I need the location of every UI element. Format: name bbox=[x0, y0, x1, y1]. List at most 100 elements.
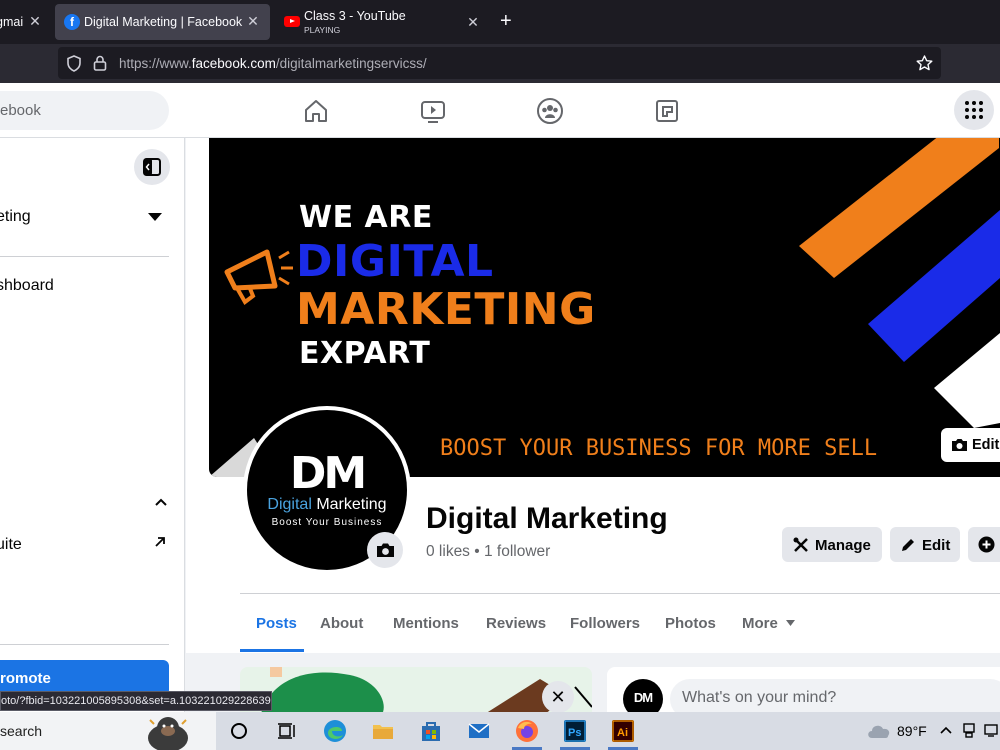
collapse-sidebar-icon[interactable] bbox=[134, 149, 170, 185]
megaphone-icon bbox=[224, 249, 293, 305]
menu-grid-icon[interactable] bbox=[954, 90, 994, 130]
browser-tab-bar: gmai ✕ f Digital Marketing | Facebook ✕ … bbox=[0, 0, 1000, 44]
tab-title: Digital Marketing | Facebook bbox=[84, 15, 243, 29]
tab-followers[interactable]: Followers bbox=[570, 615, 640, 632]
weather-temperature[interactable]: 89°F bbox=[897, 723, 927, 739]
edge-icon[interactable] bbox=[322, 718, 348, 744]
manage-label: Manage bbox=[815, 537, 871, 554]
tab-about[interactable]: About bbox=[320, 615, 363, 632]
edit-cover-button[interactable]: Edit bbox=[941, 428, 1000, 462]
cover-text-line3: MARKETING bbox=[296, 284, 596, 335]
promo-card[interactable]: ✕ bbox=[240, 667, 592, 717]
page-sidebar: eting shboard uite romote bbox=[0, 138, 185, 713]
chevron-up-icon[interactable] bbox=[155, 498, 167, 506]
cover-tagline: BOOST YOUR BUSINESS FOR MORE SELL bbox=[440, 436, 878, 461]
bookmark-star-icon[interactable] bbox=[916, 55, 933, 71]
external-link-icon[interactable] bbox=[154, 536, 166, 548]
sidebar-item-business-suite[interactable]: uite bbox=[0, 536, 22, 554]
tab-posts[interactable]: Posts bbox=[256, 615, 297, 632]
close-tab-icon[interactable]: ✕ bbox=[26, 13, 44, 30]
file-explorer-icon[interactable] bbox=[370, 718, 396, 744]
tab-more-label: More bbox=[742, 615, 778, 632]
url-domain: facebook.com bbox=[191, 56, 276, 71]
chevron-up-icon[interactable] bbox=[940, 726, 952, 734]
svg-text:Ps: Ps bbox=[568, 727, 581, 739]
divider bbox=[0, 256, 169, 257]
tab-title: gmai bbox=[0, 15, 24, 29]
caret-down-icon[interactable] bbox=[148, 213, 162, 221]
pencil-icon bbox=[902, 539, 914, 551]
tools-icon bbox=[793, 537, 808, 552]
network-icon[interactable] bbox=[984, 722, 1000, 738]
sidebar-item-label: uite bbox=[0, 536, 22, 553]
facebook-favicon-icon: f bbox=[64, 14, 80, 30]
divider bbox=[0, 644, 169, 645]
add-button[interactable] bbox=[968, 527, 1000, 562]
edit-page-label: Edit bbox=[922, 537, 951, 554]
composer-avatar-text: DM bbox=[633, 690, 653, 705]
update-photo-button[interactable] bbox=[367, 532, 403, 568]
home-icon[interactable] bbox=[302, 97, 330, 125]
gorilla-icon bbox=[148, 717, 188, 750]
sidebar-item-label: shboard bbox=[0, 277, 54, 294]
link-status-bar: oto/?fbid=103221005895308&set=a.10322102… bbox=[0, 691, 272, 711]
camera-icon bbox=[377, 543, 394, 557]
page-title: Digital Marketing bbox=[426, 502, 668, 535]
promote-label: romote bbox=[0, 670, 51, 687]
composer-card: DM What's on your mind? bbox=[607, 667, 1000, 719]
close-tab-icon[interactable]: ✕ bbox=[244, 13, 262, 30]
logo-mark: DM bbox=[289, 448, 367, 499]
page-stats[interactable]: 0 likes • 1 follower bbox=[426, 543, 550, 561]
shield-icon[interactable] bbox=[66, 55, 82, 72]
youtube-favicon-icon bbox=[284, 16, 300, 27]
status-url: oto/?fbid=103221005895308&set=a.10322102… bbox=[1, 695, 271, 707]
manage-button[interactable]: Manage bbox=[782, 527, 882, 562]
logo-name: Digital Marketing bbox=[247, 496, 407, 514]
url-text[interactable]: https://www.facebook.com/digitalmarketin… bbox=[119, 56, 427, 71]
taskbar-search-label: search bbox=[0, 723, 43, 739]
task-view-icon[interactable] bbox=[273, 718, 299, 744]
new-tab-icon[interactable]: + bbox=[500, 10, 512, 33]
mail-icon[interactable] bbox=[466, 718, 492, 744]
device-icon[interactable] bbox=[962, 722, 976, 738]
facebook-search-input[interactable]: ebook bbox=[0, 91, 169, 130]
photoshop-icon[interactable]: Ps bbox=[562, 718, 588, 744]
svg-text:Ai: Ai bbox=[617, 727, 628, 739]
tab-more[interactable]: More bbox=[742, 615, 796, 632]
cortana-icon[interactable] bbox=[226, 718, 252, 744]
tab-mentions[interactable]: Mentions bbox=[393, 615, 459, 632]
tab-youtube[interactable]: Class 3 - YouTube PLAYING ✕ bbox=[275, 4, 490, 40]
address-bar[interactable]: https://www.facebook.com/digitalmarketin… bbox=[58, 47, 941, 79]
tab-gmail[interactable]: gmai ✕ bbox=[0, 4, 50, 40]
cover-text-line2: DIGITAL bbox=[296, 236, 494, 287]
illustrator-icon[interactable]: Ai bbox=[610, 718, 636, 744]
url-path: /digitalmarketingservicss/ bbox=[275, 56, 427, 71]
close-tab-icon[interactable]: ✕ bbox=[464, 14, 482, 31]
tab-facebook[interactable]: f Digital Marketing | Facebook ✕ bbox=[55, 4, 270, 40]
active-tab-indicator bbox=[240, 649, 304, 652]
plus-circle-icon bbox=[978, 536, 995, 553]
tab-reviews[interactable]: Reviews bbox=[486, 615, 546, 632]
cover-text-line4: EXPART bbox=[299, 336, 431, 371]
camera-icon bbox=[952, 439, 967, 451]
cloud-icon[interactable] bbox=[866, 722, 892, 740]
store-icon[interactable] bbox=[418, 718, 444, 744]
firefox-icon[interactable] bbox=[514, 718, 540, 744]
watch-icon[interactable] bbox=[419, 97, 447, 125]
page-stats-text: 0 likes • 1 follower bbox=[426, 543, 551, 560]
edit-page-button[interactable]: Edit bbox=[890, 527, 960, 562]
browser-toolbar: https://www.facebook.com/digitalmarketin… bbox=[0, 44, 1000, 83]
page-selector[interactable]: eting bbox=[0, 208, 31, 226]
facebook-top-nav: ebook bbox=[0, 83, 1000, 138]
tab-photos[interactable]: Photos bbox=[665, 615, 716, 632]
taskbar-search-input[interactable]: search bbox=[0, 712, 216, 750]
logo-name-b: Marketing bbox=[316, 496, 387, 513]
close-icon[interactable]: ✕ bbox=[542, 681, 574, 713]
page-selector-label: eting bbox=[0, 208, 31, 225]
gaming-icon[interactable] bbox=[653, 97, 681, 125]
lock-icon[interactable] bbox=[93, 55, 107, 71]
search-placeholder: ebook bbox=[0, 102, 41, 119]
groups-icon[interactable] bbox=[536, 97, 564, 125]
sidebar-item-dashboard[interactable]: shboard bbox=[0, 277, 54, 295]
illustration bbox=[240, 667, 592, 717]
